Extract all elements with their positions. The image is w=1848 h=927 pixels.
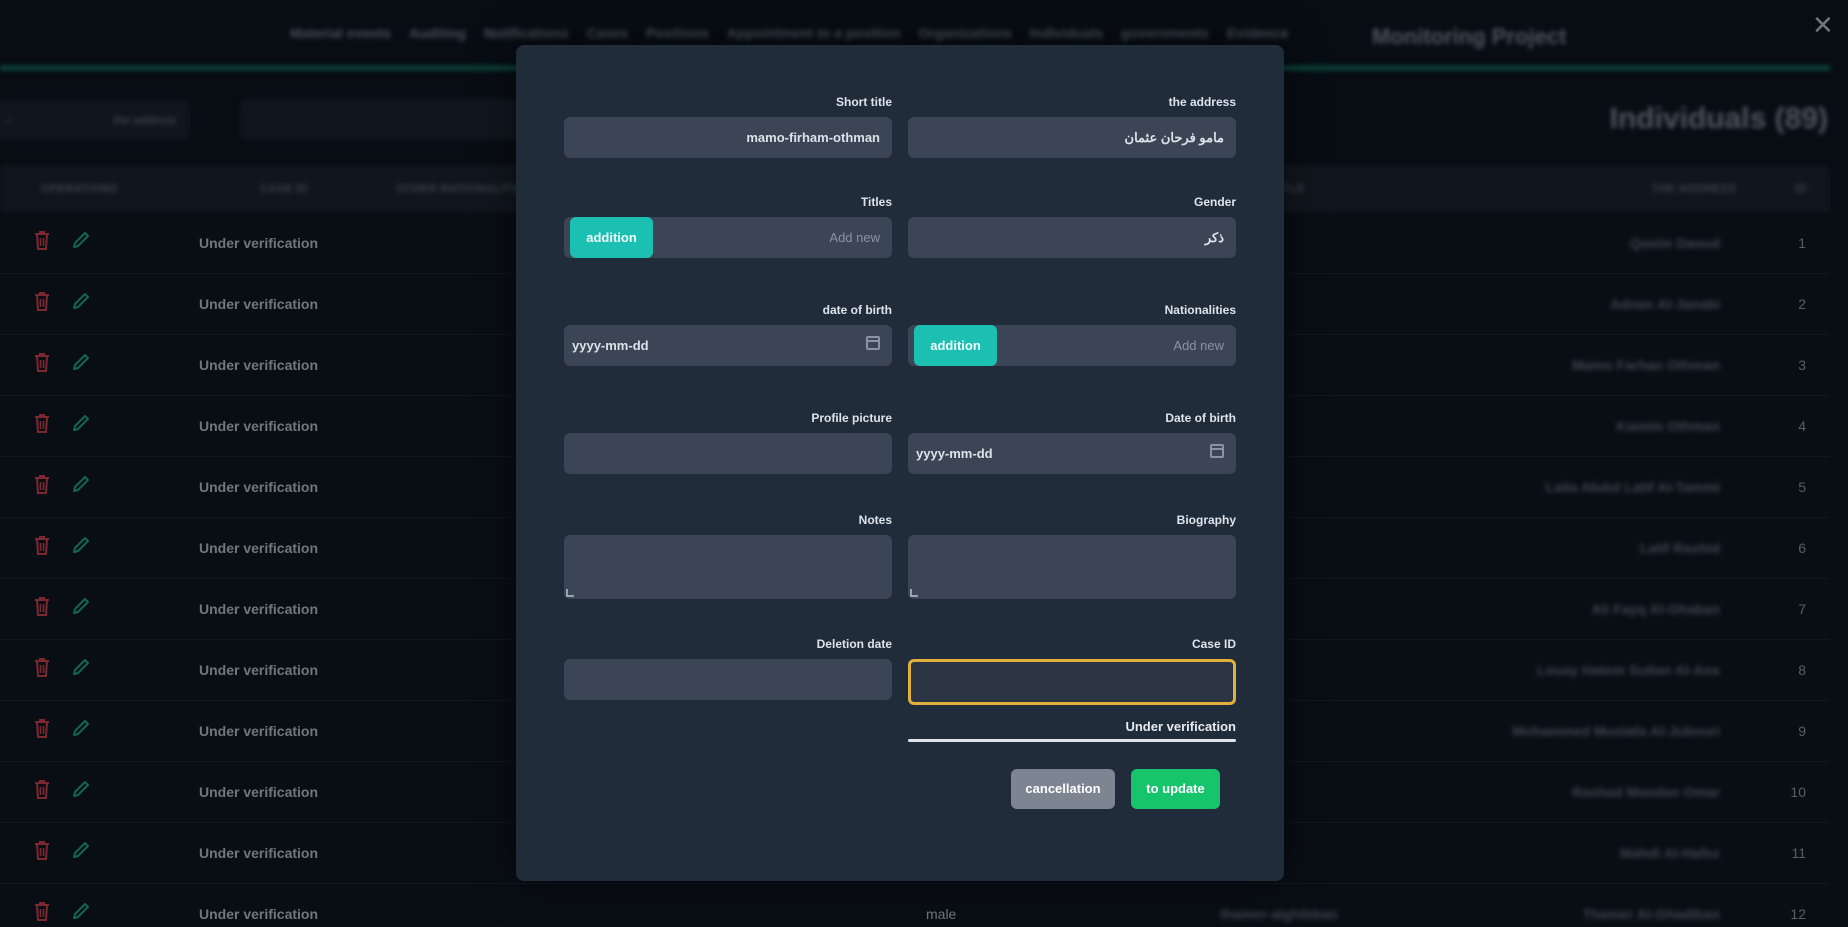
date-of-birth-field: date of birth yyyy-mm-dd	[564, 303, 892, 366]
edit-individual-modal: Short title mamo-firham-othman the addre…	[516, 45, 1284, 881]
short-title-value: mamo-firham-othman	[746, 130, 880, 145]
gender-select[interactable]: ذكر	[908, 217, 1236, 258]
cancel-button[interactable]: cancellation	[1011, 769, 1115, 809]
biography-field: Biography	[908, 513, 1236, 599]
case-id-input[interactable]	[908, 659, 1236, 705]
profile-picture-field: Profile picture	[564, 411, 892, 474]
notes-field: Notes	[564, 513, 892, 599]
profile-picture-input[interactable]	[564, 433, 892, 474]
biography-textarea[interactable]	[908, 535, 1236, 599]
nationalities-input[interactable]: Add new addition	[908, 325, 1236, 366]
date-of-death-field: Date of birth yyyy-mm-dd	[908, 411, 1236, 474]
case-id-underline	[908, 739, 1236, 742]
case-id-label: Case ID	[1191, 637, 1236, 651]
short-title-field: Short title mamo-firham-othman	[564, 95, 892, 158]
date-of-death-placeholder: yyyy-mm-dd	[916, 446, 993, 461]
deletion-date-field: Deletion date	[564, 637, 892, 700]
profile-picture-label: Profile picture	[811, 411, 892, 425]
gender-field: Gender ذكر	[908, 195, 1236, 258]
notes-textarea[interactable]	[564, 535, 892, 599]
deletion-date-input[interactable]	[564, 659, 892, 700]
nationalities-add-button[interactable]: addition	[914, 325, 997, 366]
address-value: مامو فرحان عثمان	[1124, 130, 1224, 145]
resize-handle-icon[interactable]	[910, 589, 918, 597]
resize-handle-icon[interactable]	[566, 589, 574, 597]
date-of-death-input[interactable]: yyyy-mm-dd	[908, 433, 1236, 474]
titles-field: Titles Add new addition	[564, 195, 892, 258]
gender-label: Gender	[1193, 195, 1236, 209]
calendar-icon[interactable]	[866, 336, 880, 350]
date-of-birth-placeholder: yyyy-mm-dd	[572, 338, 649, 353]
titles-label: Titles	[860, 195, 892, 209]
nationalities-placeholder: Add new	[1173, 338, 1224, 353]
case-id-field: Case ID Under verification	[908, 637, 1236, 742]
gender-value: ذكر	[1204, 230, 1224, 245]
biography-label: Biography	[1176, 513, 1236, 527]
address-input[interactable]: مامو فرحان عثمان	[908, 117, 1236, 158]
titles-input[interactable]: Add new addition	[564, 217, 892, 258]
date-of-death-label: Date of birth	[1165, 411, 1236, 425]
address-field: the address مامو فرحان عثمان	[908, 95, 1236, 158]
date-of-birth-label: date of birth	[822, 303, 892, 317]
short-title-input[interactable]: mamo-firham-othman	[564, 117, 892, 158]
address-label: the address	[1168, 95, 1236, 109]
calendar-icon[interactable]	[1210, 444, 1224, 458]
nationalities-field: Nationalities Add new addition	[908, 303, 1236, 366]
update-button[interactable]: to update	[1131, 769, 1220, 809]
short-title-label: Short title	[836, 95, 892, 109]
titles-add-button[interactable]: addition	[570, 217, 653, 258]
notes-label: Notes	[858, 513, 892, 527]
deletion-date-label: Deletion date	[816, 637, 892, 651]
date-of-birth-input[interactable]: yyyy-mm-dd	[564, 325, 892, 366]
titles-placeholder: Add new	[829, 230, 880, 245]
nationalities-label: Nationalities	[1164, 303, 1236, 317]
case-id-status: Under verification	[1125, 719, 1236, 734]
